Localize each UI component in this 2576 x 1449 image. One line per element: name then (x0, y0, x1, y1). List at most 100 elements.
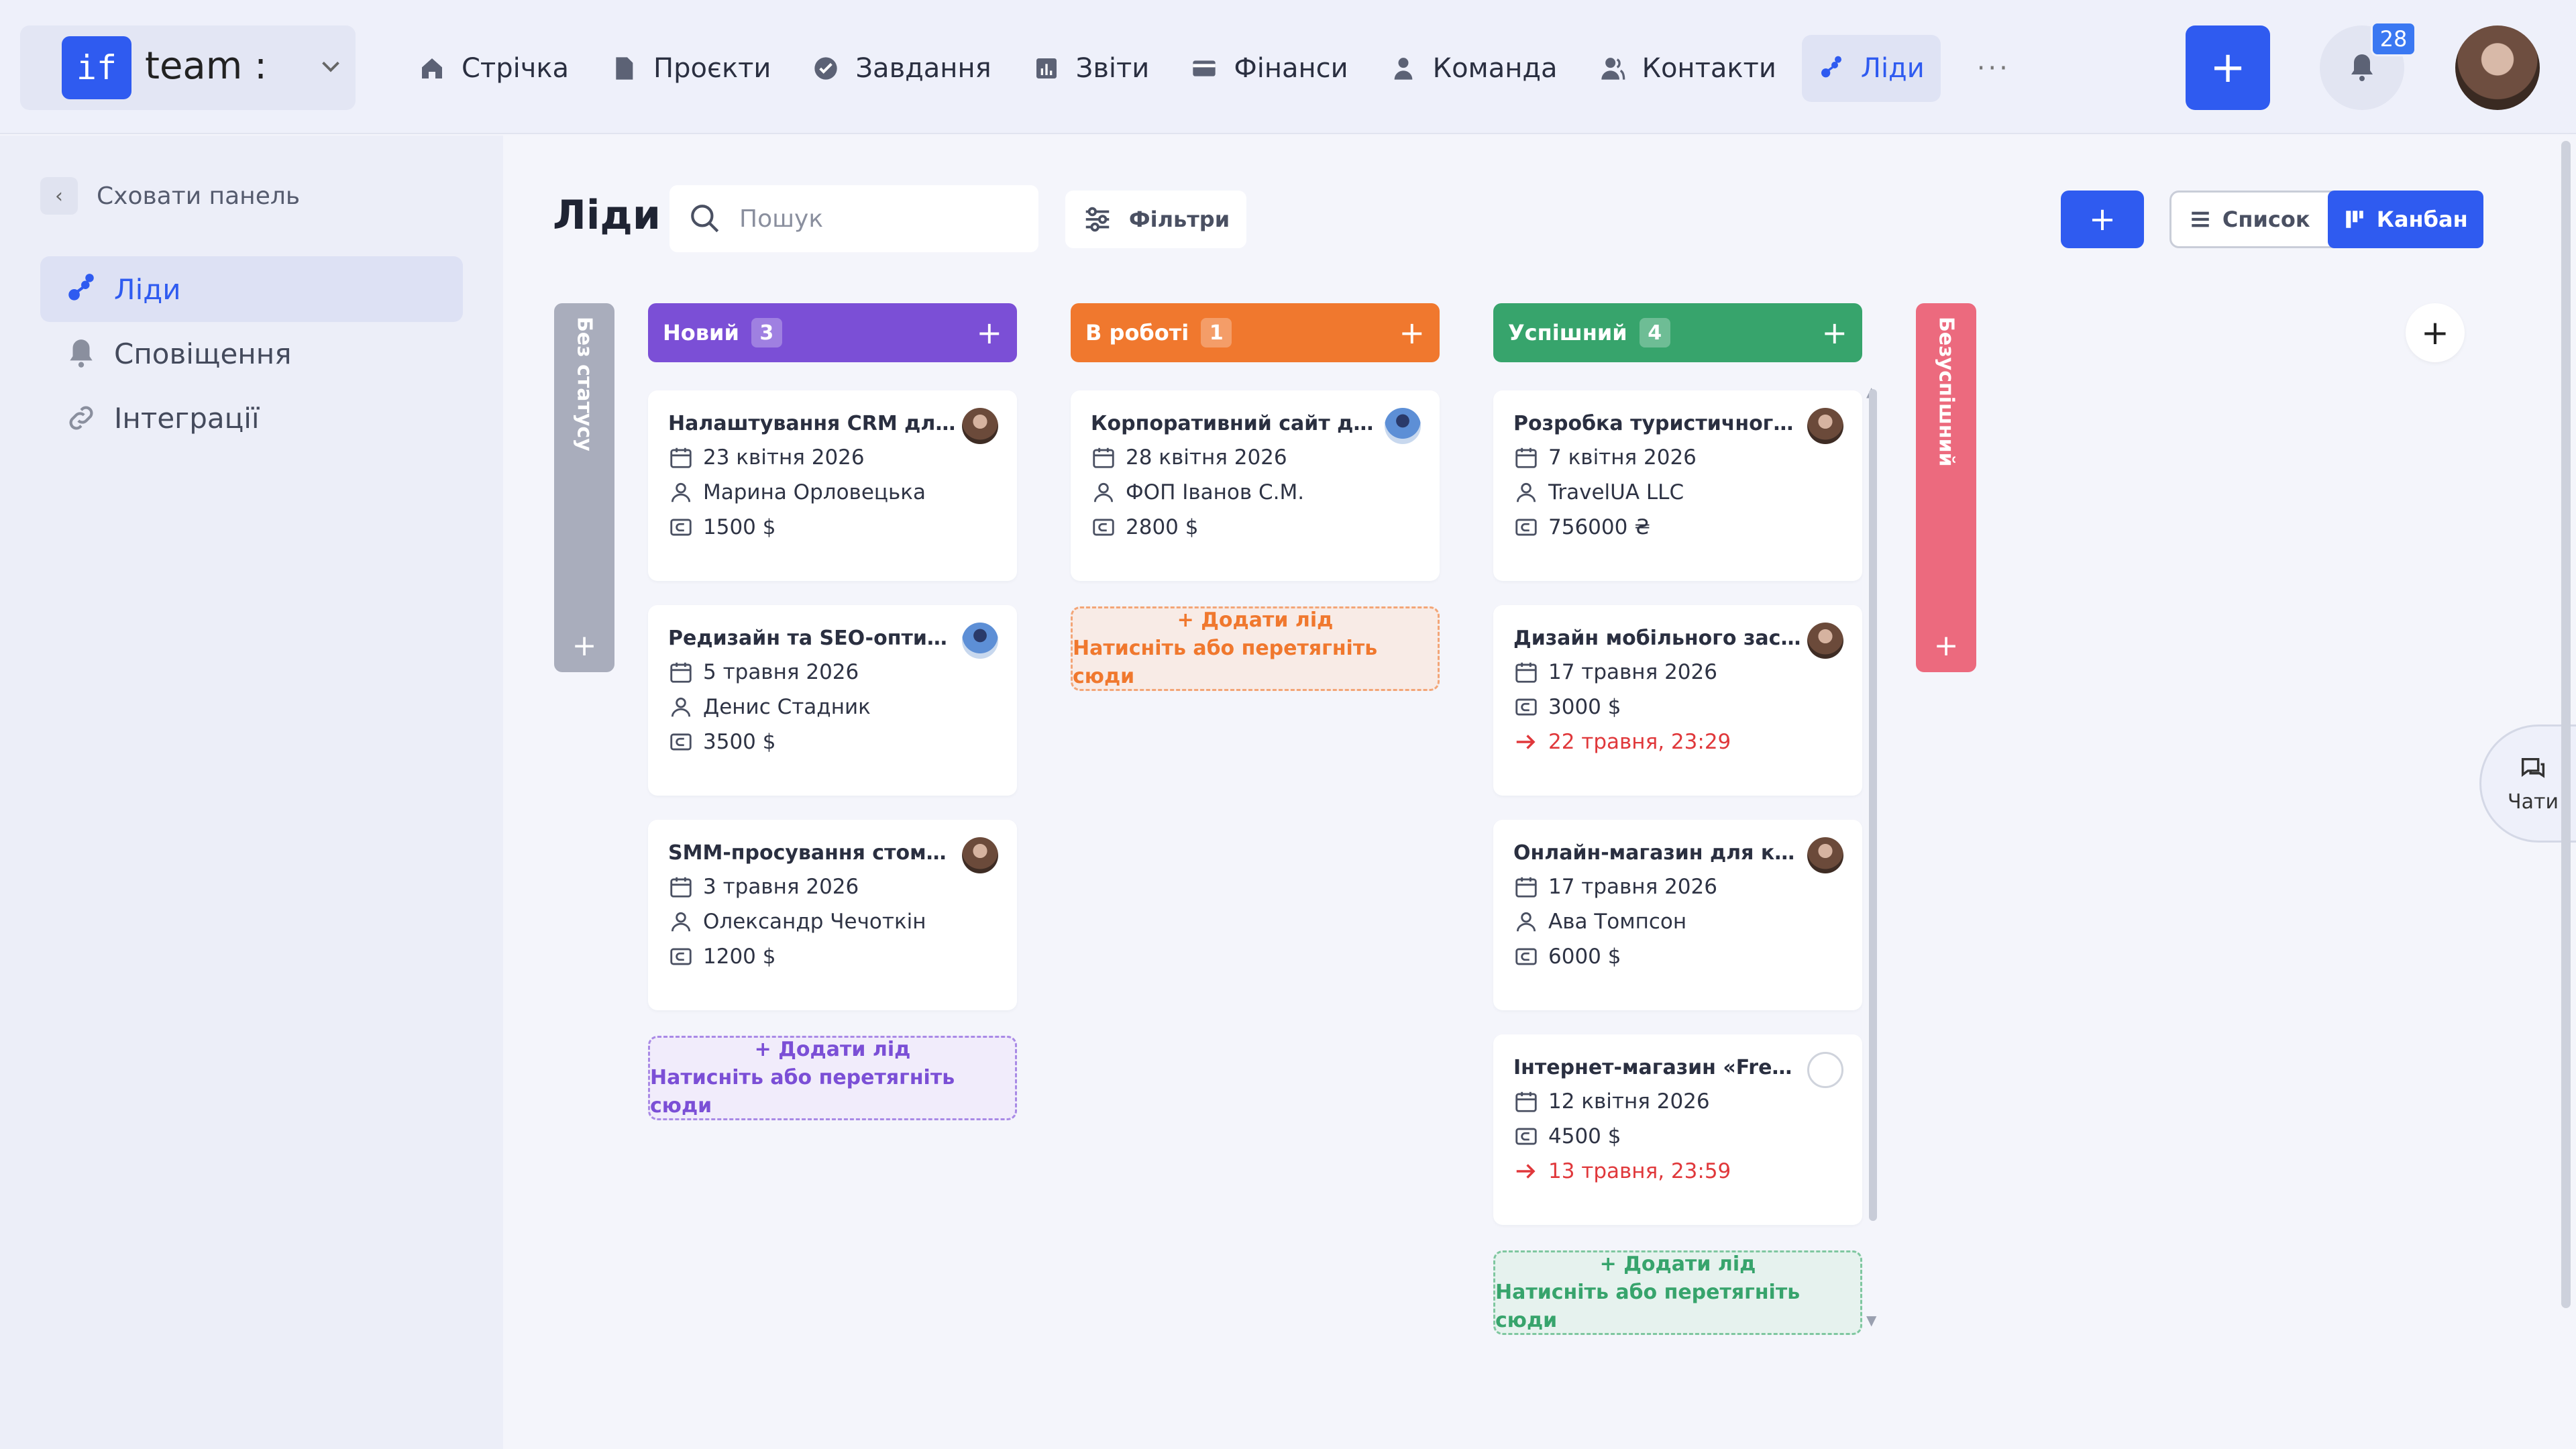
nav-contacts[interactable]: Контакти (1583, 35, 1792, 102)
search-icon (691, 205, 719, 233)
lead-person-text: Марина Орловецька (703, 480, 926, 504)
lead-amount-text: 6000 $ (1548, 945, 1621, 969)
lead-person-text: Ава Томпсон (1548, 910, 1687, 934)
column-title: Новий (663, 320, 739, 345)
nav-reports[interactable]: Звіти (1017, 35, 1166, 102)
column-add-button[interactable]: + (554, 629, 614, 663)
column-header: Успішний 4 + (1493, 303, 1862, 362)
column-scrollbar[interactable] (1869, 389, 1877, 1221)
more-nav-button[interactable]: ··· (1977, 53, 2010, 84)
column-success: Успішний 4 + Розробка туристичного ве...… (1493, 303, 1862, 1335)
lead-title: SMM-просування стомато... (668, 841, 957, 865)
add-lead-dropzone[interactable]: + Додати лід Натисніть або перетягніть с… (1071, 606, 1440, 691)
column-header: Новий 3 + (648, 303, 1017, 362)
page-scrollbar[interactable] (2561, 141, 2571, 1308)
nav-team[interactable]: Команда (1374, 35, 1574, 102)
avatar (1385, 408, 1421, 444)
create-button[interactable]: + (2186, 25, 2270, 110)
add-column-button[interactable]: + (2406, 303, 2465, 362)
lead-date-text: 17 травня 2026 (1548, 660, 1717, 684)
view-list-label: Список (2222, 207, 2310, 232)
person-icon (1093, 482, 1114, 502)
nav-label: Проєкти (653, 53, 771, 84)
column-failed[interactable]: Безуспішний + (1916, 303, 1976, 672)
column-add-button[interactable]: + (1399, 315, 1425, 351)
column-no-status[interactable]: Без статусу + (554, 303, 614, 672)
lead-title: Редизайн та SEO-оптиміза... (668, 627, 957, 650)
lead-date: 17 травня 2026 (1513, 872, 1717, 902)
nav-tasks[interactable]: Завдання (796, 35, 1007, 102)
workspace-switcher[interactable]: if team : (20, 25, 356, 110)
lead-person: Денис Стадник (668, 692, 871, 722)
nav-projects[interactable]: Проєкти (594, 35, 787, 102)
filters-button[interactable]: Фільтри (1065, 191, 1246, 248)
calendar-icon (670, 447, 692, 468)
brand-logo: if (62, 36, 131, 99)
search-input[interactable]: Пошук (669, 185, 1038, 252)
arrow-right-icon (1516, 1164, 1536, 1179)
lead-amount: 6000 $ (1513, 942, 1621, 971)
lead-card[interactable]: Дизайн мобільного застос... 17 травня 20… (1493, 605, 1862, 796)
sidebar-item-label: Сповіщення (114, 337, 292, 370)
lead-amount: 2800 $ (1091, 513, 1198, 542)
person-icon (671, 697, 691, 717)
hide-panel-button[interactable]: ‹ Сховати панель (40, 176, 300, 216)
view-list-button[interactable]: Список (2171, 193, 2328, 246)
lead-person: TravelUA LLC (1513, 478, 1684, 507)
lead-amount-text: 1200 $ (703, 945, 776, 969)
nav-label: Ліди (1860, 53, 1925, 84)
lead-card[interactable]: Інтернет-магазин «FreshM... 12 квітня 20… (1493, 1034, 1862, 1225)
leads-icon (68, 274, 94, 301)
add-lead-button[interactable]: + (2061, 191, 2144, 248)
lead-date: 3 травня 2026 (668, 872, 859, 902)
bell-icon (2351, 54, 2373, 81)
lead-date: 28 квітня 2026 (1091, 443, 1287, 472)
nav-leads[interactable]: Ліди (1801, 35, 1941, 102)
lead-card[interactable]: SMM-просування стомато... 3 травня 2026 … (648, 820, 1017, 1010)
lead-title: Інтернет-магазин «FreshM... (1513, 1056, 1802, 1079)
lead-card[interactable]: Налаштування CRM для від... 23 квітня 20… (648, 390, 1017, 581)
sidebar-item-notifications[interactable]: Сповіщення (40, 321, 463, 386)
lead-amount-text: 3500 $ (703, 730, 776, 754)
sliders-icon (1085, 207, 1110, 232)
lead-deadline-text: 22 травня, 23:29 (1548, 730, 1731, 754)
lead-amount: 3500 $ (668, 727, 775, 757)
column-add-button[interactable]: + (976, 315, 1002, 351)
sidebar-item-leads[interactable]: Ліди (40, 256, 463, 322)
view-kanban-button[interactable]: Канбан (2327, 191, 2483, 248)
lead-card[interactable]: Розробка туристичного ве... 7 квітня 202… (1493, 390, 1862, 581)
lead-amount-text: 3000 $ (1548, 695, 1621, 719)
nav-finance[interactable]: Фінанси (1175, 35, 1364, 102)
main-nav: Стрічка Проєкти Завдання Звіти Фінанси К… (402, 35, 2010, 102)
lead-card[interactable]: Онлайн-магазин для косме... 17 травня 20… (1493, 820, 1862, 1010)
lead-card[interactable]: Редизайн та SEO-оптиміза... 5 травня 202… (648, 605, 1017, 796)
add-lead-label: + Додати лід (1599, 1252, 1756, 1276)
column-title: Успішний (1508, 320, 1627, 345)
add-lead-dropzone[interactable]: + Додати лід Натисніть або перетягніть с… (1493, 1250, 1862, 1335)
sidebar-item-integrations[interactable]: Інтеграції (40, 385, 463, 451)
nav-label: Завдання (855, 53, 991, 84)
check-circle-icon (814, 57, 838, 80)
lead-date-text: 3 травня 2026 (703, 875, 859, 899)
column-count-badge: 3 (751, 318, 782, 347)
user-avatar[interactable] (2455, 25, 2540, 110)
avatar (962, 623, 998, 659)
add-lead-dropzone[interactable]: + Додати лід Натисніть або перетягніть с… (648, 1036, 1017, 1120)
wallet-icon (1093, 519, 1114, 536)
lead-title: Дизайн мобільного застос... (1513, 627, 1802, 650)
column-count-badge: 4 (1639, 318, 1670, 347)
page-title: Ліди (553, 192, 661, 239)
nav-label: Стрічка (462, 53, 570, 84)
column-add-button[interactable]: + (1916, 629, 1976, 663)
top-bar: if team : Стрічка Проєкти Завдання Звіти… (0, 0, 2576, 134)
avatar (1807, 623, 1843, 659)
search-placeholder: Пошук (739, 205, 824, 233)
lead-card[interactable]: Корпоративний сайт для л... 28 квітня 20… (1071, 390, 1440, 581)
calendar-icon (1515, 1091, 1537, 1112)
nav-feed[interactable]: Стрічка (402, 35, 585, 102)
notification-count-badge: 28 (2371, 21, 2416, 56)
column-count-badge: 1 (1201, 318, 1232, 347)
scroll-down-arrow[interactable]: ▼ (1866, 1312, 1880, 1328)
lead-title: Корпоративний сайт для л... (1091, 412, 1379, 435)
column-add-button[interactable]: + (1821, 315, 1847, 351)
